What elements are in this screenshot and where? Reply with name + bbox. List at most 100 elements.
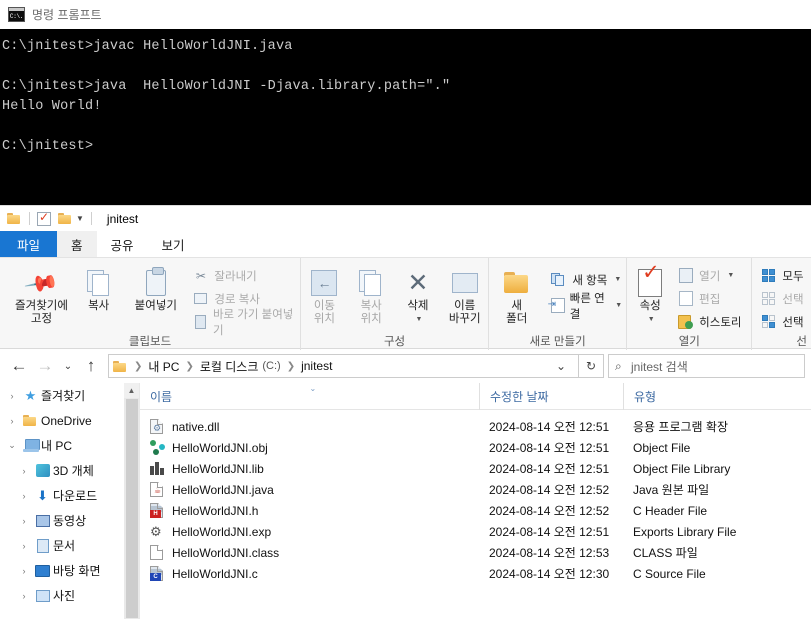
nav-item-label: 동영상 [53,514,87,528]
chevron-right-icon[interactable]: › [16,591,32,601]
chevron-down-icon[interactable]: ⌄ [4,440,20,451]
recent-locations-button[interactable]: ⌄ [58,353,78,379]
chevron-down-icon[interactable]: ▼ [727,272,734,279]
column-header-type[interactable]: 유형 [623,383,811,410]
move-to-button[interactable]: ← 이동 위치 [301,263,348,326]
button-label: 모두 [782,270,804,283]
rename-button[interactable]: 이름 바꾸기 [441,263,488,326]
button-label: 이름 바꾸기 [448,300,481,325]
chevron-right-icon[interactable]: › [4,416,20,426]
select-all-button[interactable]: 모두 [756,265,807,286]
file-type: C Header File [633,503,708,518]
invert-selection-button[interactable]: 선택 [756,311,807,332]
copy-to-button[interactable]: 복사 위치 [348,263,395,326]
pin-to-quick-access-button[interactable]: 📌 즐겨찾기에 고정 [13,263,70,326]
chevron-right-icon[interactable]: › [16,466,32,476]
file-name-cell[interactable]: C HelloWorldJNI.c [140,566,479,582]
table-row[interactable]: HelloWorldJNI.obj 2024-08-14 오전 12:51 Ob… [140,437,811,458]
file-name-cell[interactable]: ⚙ native.dll [140,419,479,435]
file-name-cell[interactable]: H HelloWorldJNI.h [140,503,479,519]
paste-shortcut-button[interactable]: 바로 가기 붙여넣기 [188,309,300,337]
nav-item-onedrive[interactable]: › OneDrive [0,408,139,433]
search-box[interactable]: ⌕ jnitest 검색 [608,354,805,378]
table-row[interactable]: ⚙ HelloWorldJNI.exp 2024-08-14 오전 12:51 … [140,521,811,542]
file-name-cell[interactable]: HelloWorldJNI.lib [140,461,479,477]
ribbon-group-clipboard: 📌 즐겨찾기에 고정 복사 붙여넣기 ✂ 잘라내기 경로 복사 바로 가기 붙여… [0,258,300,350]
breadcrumb[interactable]: ❯ 내 PC ❯ 로컬 디스크 (C:) ❯ jnitest ⌄ [108,354,579,378]
nav-item-favorites[interactable]: › ★ 즐겨찾기 [0,383,139,408]
file-name-cell[interactable]: HelloWorldJNI.class [140,545,479,561]
properties-button[interactable]: 속성 ▼ [627,263,673,326]
nav-item-documents[interactable]: › 문서 [0,533,139,558]
delete-button[interactable]: ✕ 삭제 ▼ [395,263,442,326]
file-name-cell[interactable]: ⚙ HelloWorldJNI.exp [140,524,479,540]
customize-chevron-icon[interactable]: ▼ [76,214,84,223]
file-name-cell[interactable]: ☕ HelloWorldJNI.java [140,482,479,498]
chevron-right-icon[interactable]: › [16,491,32,501]
back-button[interactable]: ← [6,353,32,379]
divider [90,212,92,225]
nav-item-label: OneDrive [41,413,92,428]
forward-button[interactable]: → [32,353,58,379]
properties-icon[interactable] [37,210,51,226]
copy-button[interactable]: 복사 [70,263,127,313]
address-dropdown-button[interactable]: ⌄ [548,354,574,378]
column-header-date-modified[interactable]: 수정한 날짜 [479,383,623,410]
refresh-button[interactable]: ↻ [578,354,604,378]
nav-item-3d-objects[interactable]: › 3D 개체 [0,458,139,483]
group-label-select: 선 [796,336,807,348]
ribbon-group-select: 모두 선택 선택 선 [751,258,811,350]
table-row[interactable]: ⚙ native.dll 2024-08-14 오전 12:51 응용 프로그램… [140,416,811,437]
file-name-cell[interactable]: HelloWorldJNI.obj [140,440,479,456]
chevron-right-icon[interactable]: › [16,541,32,551]
new-folder-button[interactable]: 새 폴더 [489,263,544,326]
tab-view[interactable]: 보기 [148,231,199,257]
column-header-name[interactable]: 이름 ⌄ [140,383,479,410]
scroll-up-button[interactable]: ▲ [124,383,139,398]
nav-item-downloads[interactable]: › ⬇ 다운로드 [0,483,139,508]
edit-button[interactable]: 편집 [673,288,745,309]
easy-access-button[interactable]: 빠른 연결 ▼ [546,293,626,321]
breadcrumb-separator: ❯ [185,360,194,372]
breadcrumb-item-local-disk[interactable]: 로컬 디스크 [200,358,259,375]
nav-item-videos[interactable]: › 동영상 [0,508,139,533]
chevron-down-icon[interactable]: ▼ [648,313,655,326]
button-label: 열기 [699,270,721,283]
nav-item-desktop[interactable]: › 바탕 화면 [0,558,139,583]
chevron-down-icon[interactable]: ▼ [415,313,422,326]
navigation-pane-scrollbar[interactable]: ▲ [124,383,139,619]
table-row[interactable]: HelloWorldJNI.class 2024-08-14 오전 12:53 … [140,542,811,563]
downloads-icon: ⬇ [37,487,48,503]
chevron-down-icon[interactable]: ▼ [614,276,621,283]
up-button[interactable]: ↑ [78,353,104,379]
cut-button[interactable]: ✂ 잘라내기 [188,265,300,286]
chevron-right-icon[interactable]: › [4,391,20,401]
file-date: 2024-08-14 오전 12:53 [489,546,610,560]
nav-item-this-pc[interactable]: ⌄ 내 PC [0,433,139,458]
file-date: 2024-08-14 오전 12:51 [489,441,610,455]
table-row[interactable]: H HelloWorldJNI.h 2024-08-14 오전 12:52 C … [140,500,811,521]
table-row[interactable]: HelloWorldJNI.lib 2024-08-14 오전 12:51 Ob… [140,458,811,479]
tab-file[interactable]: 파일 [0,231,58,257]
table-row[interactable]: ☕ HelloWorldJNI.java 2024-08-14 오전 12:52… [140,479,811,500]
new-folder-icon[interactable] [58,212,73,225]
nav-item-pictures[interactable]: › 사진 [0,583,139,608]
paste-button[interactable]: 붙여넣기 [127,263,184,313]
select-none-button[interactable]: 선택 [756,288,807,309]
chevron-right-icon[interactable]: › [16,516,32,526]
chevron-right-icon[interactable]: › [16,566,32,576]
folder-icon[interactable] [7,212,22,225]
new-item-button[interactable]: 새 항목 ▼ [546,269,626,290]
history-button[interactable]: 히스토리 [673,311,745,332]
breadcrumb-item-my-pc[interactable]: 내 PC [148,358,179,375]
ribbon-group-new: 새 폴더 새 항목 ▼ 빠른 연결 ▼ [488,258,626,350]
scrollbar-thumb[interactable] [126,399,138,618]
open-button[interactable]: 열기 ▼ [673,265,745,286]
ribbon-group-organize: ← 이동 위치 복사 위치 ✕ 삭제 ▼ 이름 바꾸기 구성 [300,258,488,350]
breadcrumb-item-jnitest[interactable]: jnitest [301,359,332,373]
cmd-console-output[interactable]: C:\jnitest>javac HelloWorldJNI.java C:\j… [0,29,811,205]
chevron-down-icon[interactable]: ▼ [615,302,622,309]
table-row[interactable]: C HelloWorldJNI.c 2024-08-14 오전 12:30 C … [140,563,811,584]
tab-home[interactable]: 홈 [57,231,97,257]
tab-share[interactable]: 공유 [97,231,148,257]
